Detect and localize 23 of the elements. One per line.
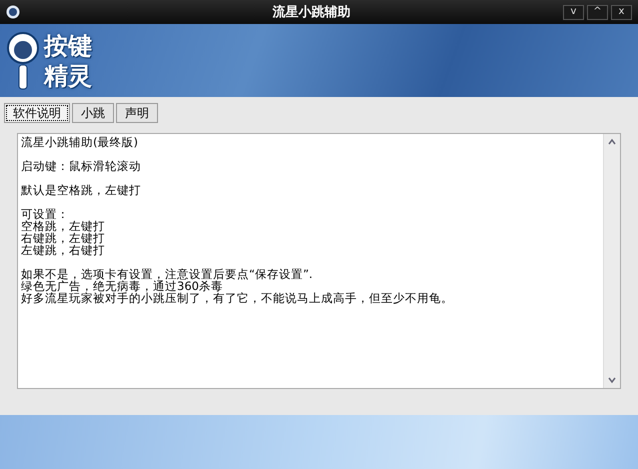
window-control-button[interactable]: ^ bbox=[587, 4, 608, 20]
text-line: 左键跳，右键打 bbox=[21, 244, 106, 256]
scrollbar[interactable] bbox=[603, 134, 620, 388]
text-line: 空格跳，左键打 bbox=[21, 220, 106, 232]
logo-text: 精灵 bbox=[44, 60, 92, 90]
text-line: 右键跳，左键打 bbox=[21, 232, 106, 244]
text-line: 绿色无广告，绝无病毒，通过360杀毒 bbox=[21, 280, 223, 292]
window-control-button[interactable]: x bbox=[611, 4, 632, 20]
window-control-button[interactable]: v bbox=[563, 4, 584, 20]
app-icon bbox=[6, 5, 20, 19]
text-line: 好多流星玩家被对手的小跳压制了，有了它，不能说马上成高手，但至少不用龟。 bbox=[21, 292, 454, 304]
tab[interactable]: 软件说明 bbox=[4, 103, 70, 123]
text-line: 可设置： bbox=[21, 208, 69, 220]
mascot-icon bbox=[6, 30, 40, 90]
window-title: 流星小跳辅助 bbox=[272, 4, 350, 21]
tab[interactable]: 声明 bbox=[116, 103, 158, 123]
tab[interactable]: 小跳 bbox=[72, 103, 114, 123]
text-line: 流星小跳辅助(最终版) bbox=[21, 136, 139, 148]
text-line: 默认是空格跳，左键打 bbox=[21, 184, 142, 196]
text-line: 启动键：鼠标滑轮滚动 bbox=[21, 160, 142, 172]
text-area[interactable]: 流星小跳辅助(最终版) 启动键：鼠标滑轮滚动 默认是空格跳，左键打 可设置： 空格跳，左键打 右键跳，左键打 左键跳，右键打 如果不是，选项卡有设置，注意设置后要点“保存设置”. 绿色无广告，绝无病毒，通过360杀毒 好多流星玩家被对手的小跳压制了，有了它，不能说马上成高手，但至少不用龟。 bbox=[17, 133, 621, 389]
logo-text: 按键 bbox=[44, 30, 92, 60]
text-line: 如果不是，选项卡有设置，注意设置后要点“保存设置”. bbox=[21, 268, 314, 280]
